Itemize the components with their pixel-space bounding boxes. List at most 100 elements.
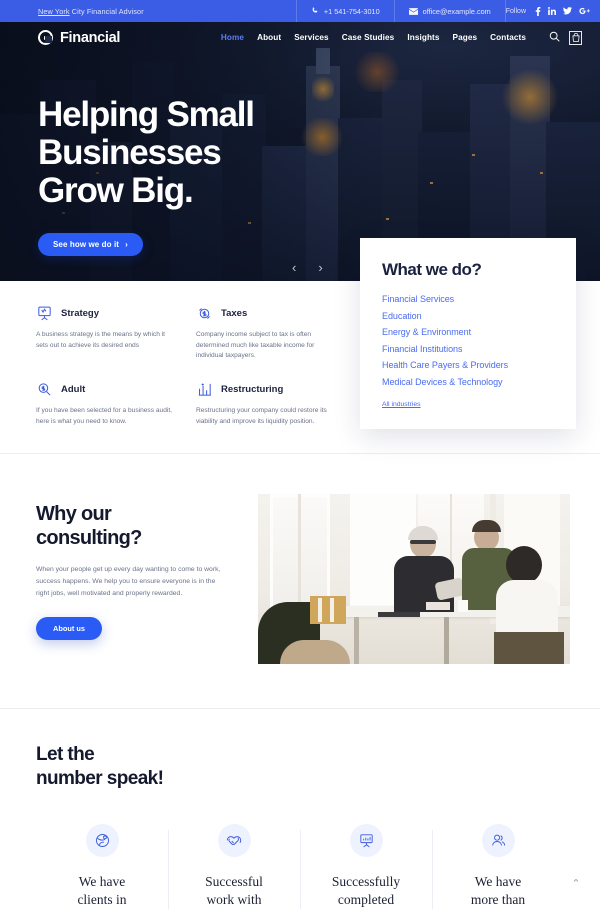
stat-label-line-2: clients in xyxy=(77,891,127,907)
page-root: New York City Financial Advisor +1 541-7… xyxy=(0,0,600,909)
nav-item-insights[interactable]: Insights xyxy=(407,33,439,42)
consulting-title: Why our consulting? xyxy=(36,502,246,550)
consulting-copy: Why our consulting? When your people get… xyxy=(36,494,246,664)
feature-title: Strategy xyxy=(61,308,100,319)
industry-link-financial-services[interactable]: Financial Services xyxy=(382,294,554,304)
stat-label-line-2: more than xyxy=(470,891,526,907)
top-bar-phone[interactable]: +1 541-754-3010 xyxy=(297,0,394,22)
feature-strategy: Strategy A business strategy is the mean… xyxy=(36,305,174,362)
industry-link-medical-devices[interactable]: Medical Devices & Technology xyxy=(382,377,554,387)
nav-item-home[interactable]: Home xyxy=(221,33,244,42)
nav-item-services[interactable]: Services xyxy=(294,33,329,42)
top-bar-email[interactable]: office@example.com xyxy=(395,0,505,22)
industry-link-education[interactable]: Education xyxy=(382,311,554,321)
consulting-section: Why our consulting? When your people get… xyxy=(0,454,600,708)
follow-label: Follow xyxy=(505,7,526,15)
top-bar-tagline: New York City Financial Advisor xyxy=(0,7,144,16)
nav-item-contacts[interactable]: Contacts xyxy=(490,33,526,42)
feature-taxes: Taxes Company income subject to tax is o… xyxy=(196,305,334,362)
nav-menu: Home About Services Case Studies Insight… xyxy=(221,29,582,47)
feature-title: Adult xyxy=(61,384,86,396)
stat-label-line-1: We have xyxy=(474,873,522,889)
consulting-title-line-2: consulting? xyxy=(36,527,142,550)
people-icon xyxy=(481,823,515,857)
about-us-button[interactable]: About us xyxy=(36,617,103,641)
tagline-rest: City Financial Advisor xyxy=(69,6,144,16)
top-bar: New York City Financial Advisor +1 541-7… xyxy=(0,0,600,22)
consulting-photo xyxy=(258,494,570,665)
all-industries-link[interactable]: All industries xyxy=(382,401,421,408)
hero-cta-label: See how we do it xyxy=(53,240,120,250)
industry-link-health-care[interactable]: Health Care Payers & Providers xyxy=(382,360,554,370)
nav-item-about[interactable]: About xyxy=(257,33,281,42)
stats-section: Let the number speak! We have clients in… xyxy=(0,709,600,909)
scroll-to-top-button[interactable]: ⌃ xyxy=(566,873,586,893)
feature-header: Strategy xyxy=(36,305,174,322)
feature-restructuring: Restructuring Restructuring your company… xyxy=(196,381,334,427)
what-we-do-title: What we do? xyxy=(382,260,482,279)
email-address: office@example.com xyxy=(422,6,491,16)
hero-title: Helping Small Businesses Grow Big. xyxy=(38,95,255,211)
easel-board-icon xyxy=(36,305,53,322)
stats-title-line-1: Let the xyxy=(36,744,95,766)
dollar-refresh-icon xyxy=(196,305,213,322)
stat-label-line-1: Successful xyxy=(205,873,263,889)
industry-link-energy-environment[interactable]: Energy & Environment xyxy=(382,327,554,337)
stat-countries: We have clients in 67 countries xyxy=(36,823,168,909)
hero-title-line-2: Businesses xyxy=(38,133,222,173)
consulting-text: When your people get up every day wantin… xyxy=(36,566,221,597)
slider-next-icon[interactable]: › xyxy=(318,261,322,274)
phone-number: +1 541-754-3010 xyxy=(323,6,380,16)
dollar-magnifier-icon xyxy=(36,381,53,398)
feature-text: Restructuring your company could restore… xyxy=(196,407,327,425)
hero-slider-controls: ‹ › xyxy=(292,261,323,274)
stats-title: Let the number speak! xyxy=(36,743,564,789)
feature-header: Restructuring xyxy=(196,381,334,398)
google-plus-icon[interactable] xyxy=(579,7,590,15)
envelope-icon xyxy=(408,7,418,15)
tagline-link[interactable]: New York xyxy=(38,7,70,16)
stat-label: Successfully completed xyxy=(306,873,426,909)
nav-item-pages[interactable]: Pages xyxy=(453,33,478,42)
feature-header: Taxes xyxy=(196,305,334,322)
feature-title: Restructuring xyxy=(221,384,284,396)
feature-text: Company income subject to tax is often d… xyxy=(196,331,315,360)
handshake-icon xyxy=(217,823,251,857)
stats-title-line-2: number speak! xyxy=(36,767,164,789)
hero-title-line-1: Helping Small xyxy=(38,95,255,134)
search-icon[interactable] xyxy=(549,29,560,47)
logo-icon xyxy=(38,30,53,45)
stat-label: We have more than xyxy=(438,873,558,909)
twitter-icon[interactable] xyxy=(563,7,572,15)
nav-item-case-studies[interactable]: Case Studies xyxy=(342,33,395,42)
hero-title-line-3: Grow Big. xyxy=(38,171,194,211)
social-links: Follow xyxy=(505,6,600,16)
stat-label-line-2: completed xyxy=(337,891,395,907)
nav-tools xyxy=(549,29,582,47)
stat-label: We have clients in xyxy=(42,873,162,909)
feature-title: Taxes xyxy=(221,308,248,319)
stat-label-line-1: We have xyxy=(78,873,126,889)
stat-experts: We have more than 200 experts xyxy=(432,823,564,909)
bar-chart-icon xyxy=(196,381,213,398)
chevron-up-icon: ⌃ xyxy=(571,877,581,890)
linkedin-icon[interactable] xyxy=(548,7,556,15)
chart-board-icon xyxy=(349,823,383,857)
main-navigation: Financial Home About Services Case Studi… xyxy=(0,22,600,53)
hero-copy: Helping Small Businesses Grow Big. See h… xyxy=(38,95,255,257)
facebook-icon[interactable] xyxy=(535,6,541,16)
what-we-do-list: Financial Services Education Energy & En… xyxy=(382,294,554,387)
slider-prev-icon[interactable]: ‹ xyxy=(292,261,296,274)
consulting-title-line-1: Why our xyxy=(36,503,112,526)
feature-header: Adult xyxy=(36,381,174,398)
chevron-right-icon: › xyxy=(125,240,128,250)
features-grid: Strategy A business strategy is the mean… xyxy=(0,281,360,453)
feature-text: A business strategy is the means by whic… xyxy=(36,331,166,349)
globe-pin-icon xyxy=(85,823,119,857)
cart-icon[interactable] xyxy=(569,30,582,45)
feature-text: If you have been selected for a business… xyxy=(36,407,172,425)
hero-cta-button[interactable]: See how we do it › xyxy=(38,233,143,257)
stat-label-line-1: Successfully xyxy=(331,873,401,889)
industry-link-financial-institutions[interactable]: Financial Institutions xyxy=(382,344,554,354)
logo[interactable]: Financial xyxy=(38,30,120,46)
